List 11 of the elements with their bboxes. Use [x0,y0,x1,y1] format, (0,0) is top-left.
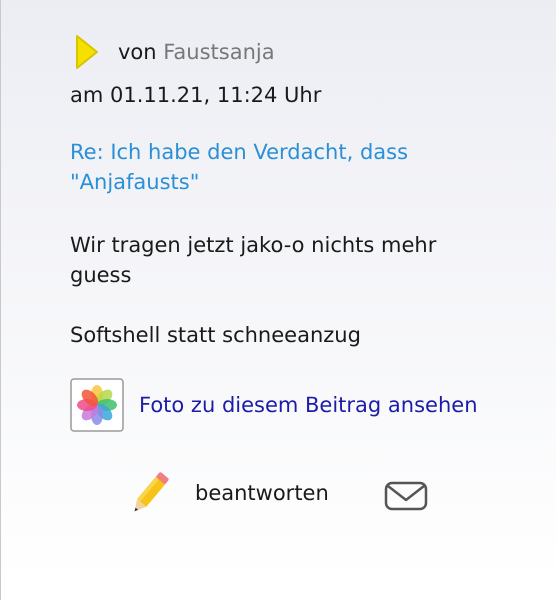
post-paragraph: Softshell statt schneeanzug [70,322,362,349]
post-date: am 01.11.21, 11:24 Uhr [70,82,322,109]
mail-icon[interactable] [384,481,428,511]
post-paragraph: Wir tragen jetzt jako-o nichts mehr guess [70,232,438,289]
post-title: Re: Ich habe den Verdacht, dass "Anjafausts" [70,139,410,196]
triangle-icon [74,34,100,70]
photo-link[interactable]: Foto zu diesem Beitrag ansehen [139,390,478,420]
author-prefix: von [118,40,157,64]
reply-button[interactable]: beantworten [195,478,329,508]
photos-icon[interactable] [70,378,124,432]
author-name: Faustsanja [163,40,275,64]
